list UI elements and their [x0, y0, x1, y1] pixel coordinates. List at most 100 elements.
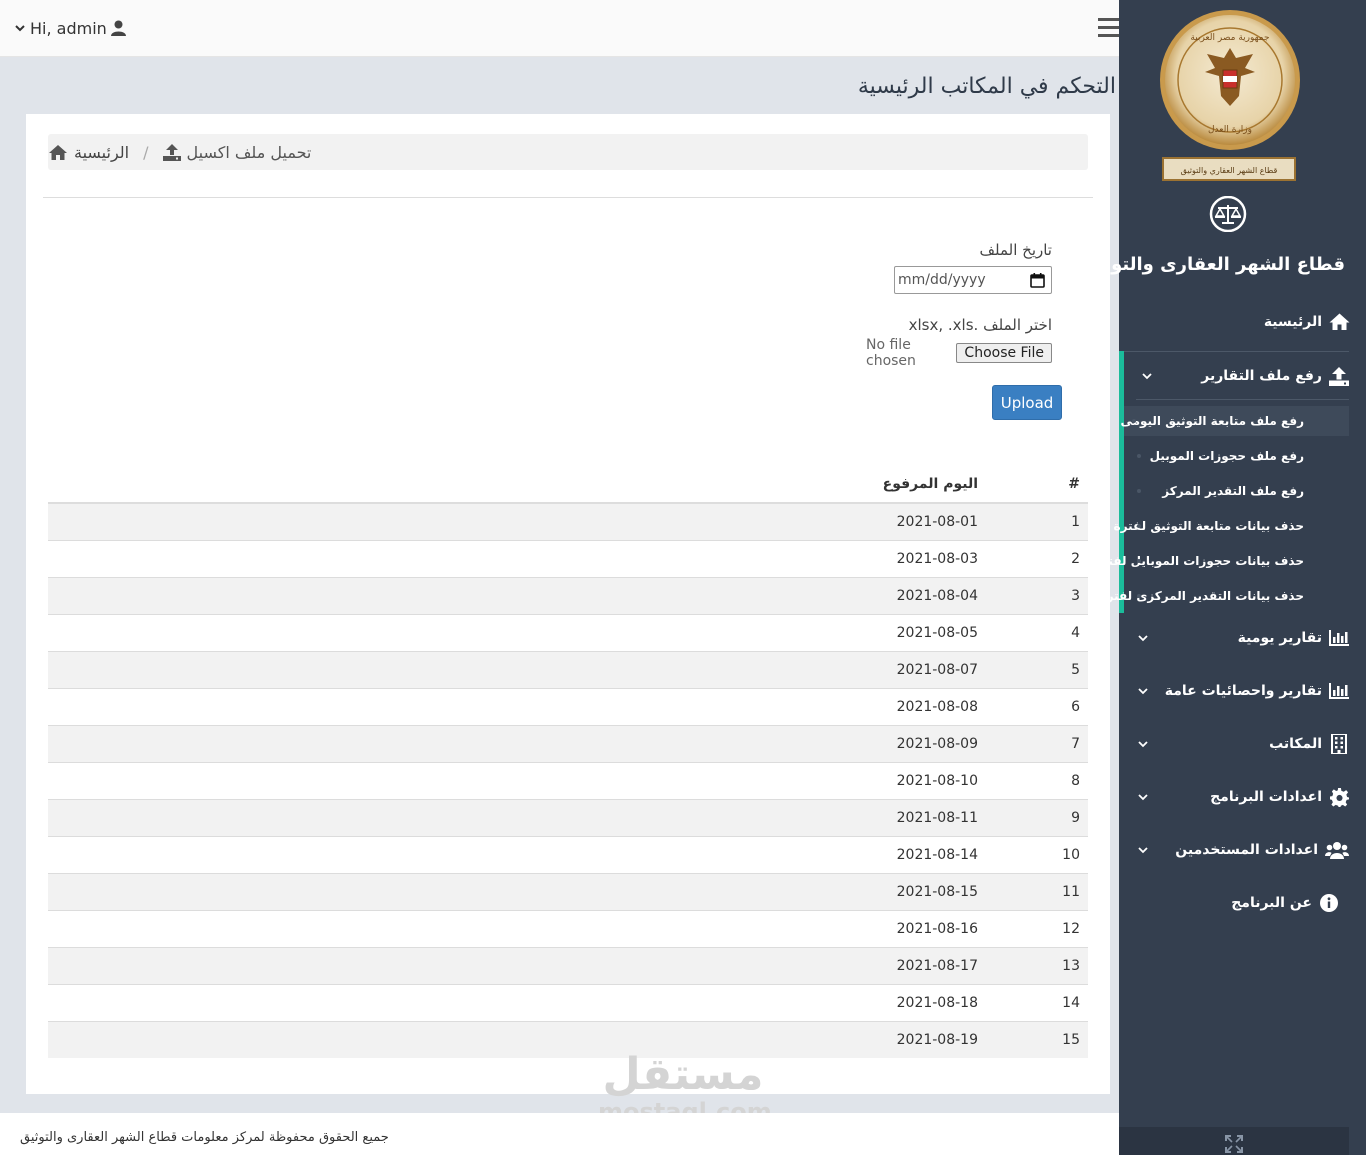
chevron-down-icon[interactable] [1137, 844, 1149, 856]
footer: جميع الحقوق محفوظة لمركز معلومات قطاع ال… [0, 1113, 1119, 1155]
uploaded-days-table: اليوم المرفوع # 2021-08-01 1 2021-08-03 2 20… [48, 465, 1088, 1058]
chevron-down-icon [15, 25, 25, 32]
home-icon [1328, 311, 1350, 333]
upload-icon [1328, 365, 1350, 387]
choose-file-button[interactable]: Choose File [956, 343, 1052, 363]
chevron-down-icon[interactable] [1137, 685, 1149, 697]
row-number: 4 [988, 613, 1088, 651]
row-date: 2021-08-19 [788, 1020, 988, 1058]
sub-item-delete-mobile[interactable]: حذف بيانات حجوزات الموبايل لفترة [1094, 546, 1349, 576]
logo-text-bottom: وزارة العدل [1208, 125, 1252, 135]
nav-user-settings-label: اعدادات المستخدمين [1175, 842, 1318, 858]
row-date: 2021-08-04 [788, 576, 988, 614]
sidebar: جمهورية مصر العربية وزارة العدل قطاع الش… [1081, 0, 1366, 1155]
table-row: 2021-08-11 9 [48, 798, 1088, 836]
building-icon [1328, 733, 1350, 755]
row-date: 2021-08-01 [788, 502, 988, 540]
sub-item-delete-estimate[interactable]: حذف بيانات التقدير المركزى لفترة [1100, 581, 1349, 611]
sidebar-footer [1119, 1127, 1349, 1155]
chevron-down-icon[interactable] [1137, 791, 1149, 803]
table-row: 2021-08-16 12 [48, 909, 1088, 947]
user-menu[interactable]: Hi, admin [14, 17, 126, 39]
file-label: اختر الملف .xlsx, .xls [908, 316, 1052, 334]
row-date: 2021-08-17 [788, 946, 988, 984]
row-date: 2021-08-11 [788, 798, 988, 836]
row-number: 5 [988, 650, 1088, 688]
chevron-down-icon[interactable] [1141, 370, 1153, 382]
chevron-down-icon[interactable] [1137, 738, 1149, 750]
gear-icon [1328, 786, 1350, 808]
row-date: 2021-08-07 [788, 650, 988, 688]
row-number: 7 [988, 724, 1088, 762]
row-date: 2021-08-08 [788, 687, 988, 725]
row-number: 3 [988, 576, 1088, 614]
nav-offices-label: المكاتب [1269, 736, 1322, 752]
user-icon [110, 20, 126, 36]
nav-about-label: عن البرنامج [1231, 895, 1312, 911]
menu-toggle-icon[interactable] [1098, 18, 1120, 38]
ministry-logo: جمهورية مصر العربية وزارة العدل قطاع الش… [1157, 10, 1303, 182]
nav-upload-reports[interactable]: رفع ملف التقارير [1119, 356, 1366, 396]
content-card: الرئيسية / تحميل ملف اكسيل تاريخ الملف m… [26, 114, 1110, 1094]
nav-general-reports[interactable]: تقارير واحصائيات عامة [1119, 671, 1366, 711]
row-date: 2021-08-18 [788, 983, 988, 1021]
scales-icon [1207, 195, 1249, 233]
sub-item-daily-documentation[interactable]: رفع ملف متابعة التوثيق اليومى [1120, 406, 1349, 436]
breadcrumb-separator: / [143, 142, 149, 162]
user-greeting: Hi, admin [30, 18, 107, 38]
breadcrumb-home-label: الرئيسية [74, 142, 130, 162]
breadcrumb-current-label: تحميل ملف اكسيل [186, 142, 312, 162]
sub-item-central-estimate[interactable]: رفع ملف التقدير المركز [1129, 476, 1349, 506]
sub-item-mobile-bookings[interactable]: رفع ملف حجوزات الموبيل [1129, 441, 1349, 471]
upload-icon [162, 143, 181, 161]
sub-item-delete-documentation[interactable]: حذف بيانات متابعة التوثيق لفترة [1114, 511, 1349, 541]
row-number: 14 [988, 983, 1088, 1021]
upload-submenu: رفع ملف متابعة التوثيق اليومى رفع ملف حج… [1094, 403, 1349, 615]
nav-about[interactable]: عن البرنامج [1119, 883, 1366, 923]
file-input[interactable]: No file chosen Choose File [866, 337, 1052, 369]
row-number: 2 [988, 539, 1088, 577]
row-number: 1 [988, 502, 1088, 540]
table-row: 2021-08-14 10 [48, 835, 1088, 873]
home-icon [49, 144, 67, 160]
row-number: 8 [988, 761, 1088, 799]
date-input[interactable]: mm/dd/yyyy [894, 266, 1052, 294]
info-icon [1318, 892, 1340, 914]
nav-divider [1136, 399, 1349, 400]
table-header-row: اليوم المرفوع # [48, 465, 1088, 504]
nav-home[interactable]: الرئيسية [1119, 302, 1366, 342]
table-row: 2021-08-15 11 [48, 872, 1088, 910]
users-icon [1324, 839, 1350, 861]
breadcrumb-current: تحميل ملف اكسيل [162, 142, 312, 162]
bar-chart-icon [1328, 627, 1350, 649]
breadcrumb-home[interactable]: الرئيسية [48, 143, 129, 162]
fullscreen-icon[interactable] [1225, 1135, 1243, 1153]
nav-offices[interactable]: المكاتب [1119, 724, 1366, 764]
page-title: التحكم في المكاتب الرئيسية [857, 74, 1116, 99]
row-number: 13 [988, 946, 1088, 984]
table-row: 2021-08-01 1 [48, 502, 1088, 540]
table-row: 2021-08-07 5 [48, 650, 1088, 688]
nav-general-reports-label: تقارير واحصائيات عامة [1164, 683, 1322, 699]
table-row: 2021-08-08 6 [48, 687, 1088, 725]
date-placeholder: mm/dd/yyyy [898, 272, 986, 288]
chevron-down-icon[interactable] [1137, 632, 1149, 644]
calendar-icon[interactable] [1030, 272, 1045, 288]
row-date: 2021-08-03 [788, 539, 988, 577]
nav-user-settings[interactable]: اعدادات المستخدمين [1119, 830, 1366, 870]
row-date: 2021-08-09 [788, 724, 988, 762]
nav-app-settings[interactable]: اعدادات البرنامج [1119, 777, 1366, 817]
logo-banner: قطاع الشهر العقاري والتوثيق [1181, 166, 1278, 175]
table-row: 2021-08-03 2 [48, 539, 1088, 577]
nav-upload-reports-label: رفع ملف التقارير [1201, 368, 1322, 384]
row-number: 12 [988, 909, 1088, 947]
nav-daily-reports[interactable]: تقارير يومية [1119, 618, 1366, 658]
table-row: 2021-08-09 7 [48, 724, 1088, 762]
upload-button[interactable]: Upload [992, 385, 1062, 420]
header-date: اليوم المرفوع [788, 465, 988, 504]
header-num: # [988, 465, 1088, 504]
table-row: 2021-08-10 8 [48, 761, 1088, 799]
row-number: 10 [988, 835, 1088, 873]
row-date: 2021-08-15 [788, 872, 988, 910]
row-date: 2021-08-16 [788, 909, 988, 947]
